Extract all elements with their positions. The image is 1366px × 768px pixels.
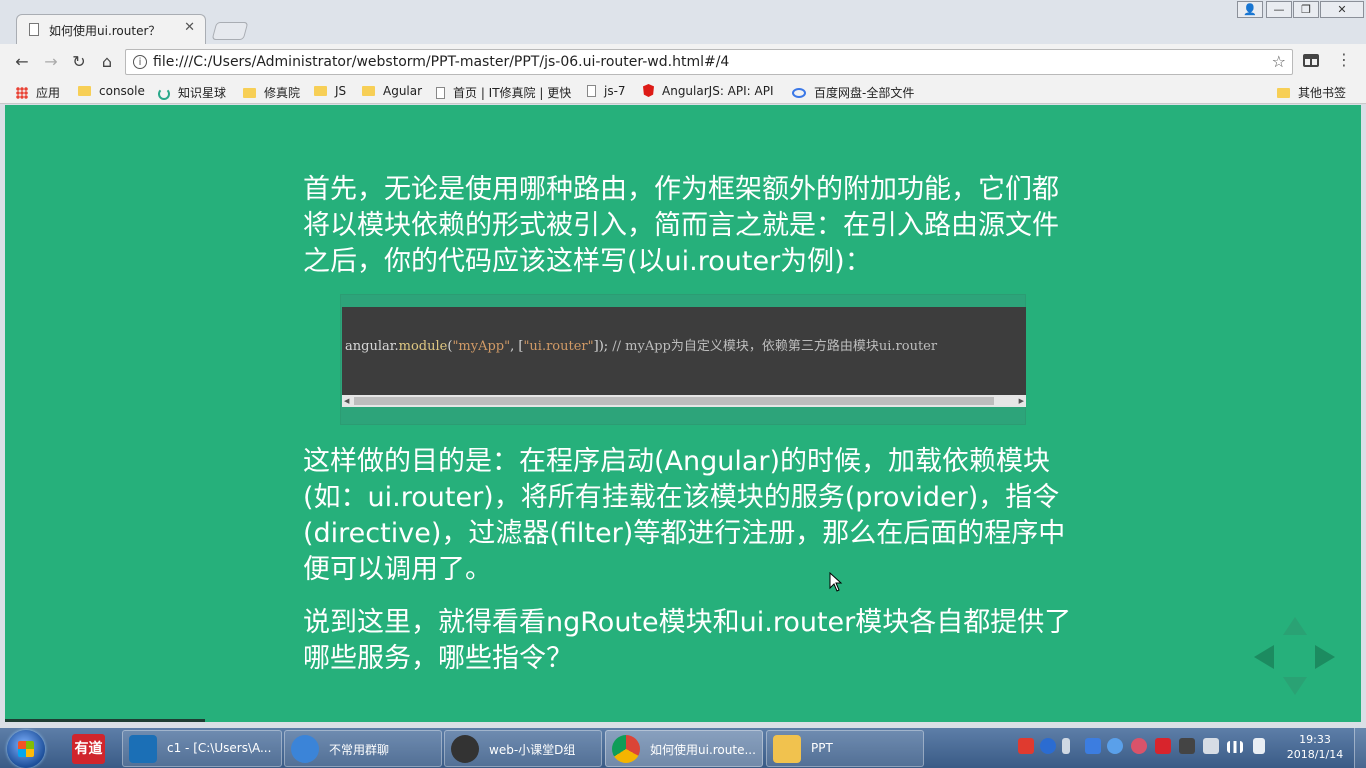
avatar-icon (451, 735, 479, 763)
red-app-icon[interactable] (1155, 738, 1171, 754)
tab-title: 如何使用ui.router？ (49, 24, 161, 38)
taskbar-item-webstorm[interactable]: c1 - [C:\Users\A... (122, 730, 282, 767)
scroll-thumb[interactable] (354, 397, 994, 405)
slide-paragraph-1: 首先，无论是使用哪种路由，作为框架额外的附加功能，它们都将以模块依赖的形式被引入… (303, 174, 1059, 277)
youdao-icon[interactable]: 有道 (72, 734, 105, 764)
forward-button[interactable]: → (40, 51, 62, 73)
start-button[interactable] (7, 730, 45, 768)
slide-area: 首先，无论是使用哪种路由，作为框架额外的附加功能，它们都将以模块依赖的形式被引入… (5, 105, 1361, 722)
address-bar[interactable]: i file:///C:/Users/Administrator/webstor… (125, 49, 1293, 75)
folder-icon (243, 88, 256, 98)
system-clock[interactable]: 19:33 2018/1/14 (1283, 732, 1347, 762)
folder-icon (78, 86, 91, 96)
page-icon (436, 87, 445, 99)
taskbar-item-ppt-folder[interactable]: PPT (766, 730, 924, 767)
bookmark-agular[interactable]: Agular (362, 84, 422, 100)
folder-icon (1277, 88, 1290, 98)
bookmark-other[interactable]: 其他书签 (1277, 84, 1346, 100)
bookmark-console[interactable]: console (78, 84, 145, 100)
bookmark-angularjs-api[interactable]: AngularJS: API: API (643, 84, 774, 100)
scroll-left-arrow-icon[interactable]: ◀ (344, 395, 349, 407)
code-scrollbar[interactable]: ◀ ▶ (342, 395, 1026, 407)
minimize-button[interactable]: — (1266, 1, 1292, 18)
apps-icon (16, 87, 28, 99)
show-desktop-button[interactable] (1354, 728, 1366, 768)
webstorm-icon (129, 735, 157, 763)
scroll-right-arrow-icon[interactable]: ▶ (1019, 395, 1024, 407)
browser-toolbar: ← → ↻ ⌂ i file:///C:/Users/Administrator… (0, 44, 1366, 80)
folder-icon (773, 735, 801, 763)
code-area: angular.module("myApp", ["ui.router"]); … (342, 307, 1026, 395)
chat-icon (291, 735, 319, 763)
url-text[interactable]: file:///C:/Users/Administrator/webstorm/… (153, 54, 729, 70)
slide-up-arrow-icon[interactable] (1283, 617, 1307, 635)
angular-icon (643, 84, 654, 97)
app-tray-icon[interactable] (1085, 738, 1101, 754)
bookmark-js[interactable]: JS (314, 84, 346, 100)
clock-date: 2018/1/14 (1286, 748, 1344, 761)
bookmark-star-icon[interactable]: ☆ (1272, 52, 1286, 71)
bookmark-zhishixingqiu[interactable]: 知识星球 (158, 84, 226, 100)
sogou-icon[interactable] (1018, 738, 1034, 754)
folder-icon (362, 86, 375, 96)
close-window-button[interactable]: ✕ (1320, 1, 1364, 18)
network-app-icon[interactable] (1131, 738, 1147, 754)
star-tray-icon[interactable] (1107, 738, 1123, 754)
page-icon (29, 23, 39, 36)
slide-down-arrow-icon[interactable] (1283, 677, 1307, 695)
bookmark-apps[interactable]: 应用 (16, 84, 60, 100)
help-icon[interactable] (1040, 738, 1056, 754)
bookmark-baidu-pan[interactable]: 百度网盘-全部文件 (792, 84, 914, 100)
qq-tray-icon[interactable] (1179, 738, 1195, 754)
code-block: angular.module("myApp", ["ui.router"]); … (340, 294, 1026, 425)
taskbar-item-web-class[interactable]: web-小课堂D组 (444, 730, 602, 767)
bookmark-xiuzhenyuan[interactable]: 修真院 (243, 84, 300, 100)
extension-icon[interactable] (1302, 51, 1320, 69)
bookmark-js7[interactable]: js-7 (587, 84, 626, 100)
ring-icon (158, 88, 170, 100)
slide-paragraph-3: 说到这里，就得看看ngRoute模块和ui.router模块各自都提供了哪些服务… (303, 607, 1072, 674)
page-icon (587, 85, 596, 97)
slide-next-arrow-icon[interactable] (1315, 645, 1335, 669)
taskbar-item-group-chat[interactable]: 不常用群聊 (284, 730, 442, 767)
user-button[interactable]: 👤 (1237, 1, 1263, 18)
home-button[interactable]: ⌂ (96, 51, 118, 73)
baidu-icon (792, 88, 806, 98)
mouse-cursor-icon (829, 572, 843, 592)
tray-expand-icon[interactable] (1062, 738, 1070, 754)
volume-icon[interactable] (1253, 738, 1265, 754)
network-signal-icon[interactable] (1227, 741, 1243, 753)
slide-progress-bar (5, 719, 205, 722)
chrome-icon (612, 735, 640, 763)
bookmark-itxiuzhenyuan[interactable]: 首页 | IT修真院 | 更快 (436, 84, 571, 100)
browser-tab[interactable]: 如何使用ui.router？ ✕ (16, 14, 206, 44)
new-tab-button[interactable] (211, 22, 249, 40)
code-line: angular.module("myApp", ["ui.router"]); … (345, 339, 938, 354)
browser-title-bar: 如何使用ui.router？ ✕ 👤 — ❐ ✕ (0, 0, 1366, 44)
windows-logo-icon (18, 741, 34, 757)
back-button[interactable]: ← (11, 51, 33, 73)
restore-button[interactable]: ❐ (1293, 1, 1319, 18)
folder-icon (314, 86, 327, 96)
clock-time: 19:33 (1299, 733, 1331, 746)
clipboard-icon[interactable] (1203, 738, 1219, 754)
menu-icon[interactable]: ⋮ (1336, 51, 1352, 71)
slide-paragraph-2: 这样做的目的是：在程序启动(Angular)的时候，加载依赖模块(如：ui.ro… (303, 446, 1066, 585)
bookmarks-bar: 应用 console 知识星球 修真院 JS Agular 首页 | IT修真院… (0, 80, 1366, 104)
taskbar-item-chrome[interactable]: 如何使用ui.route... (605, 730, 763, 767)
reload-button[interactable]: ↻ (68, 51, 90, 73)
close-icon[interactable]: ✕ (184, 20, 195, 35)
info-icon[interactable]: i (133, 55, 147, 69)
slide-prev-arrow-icon[interactable] (1254, 645, 1274, 669)
